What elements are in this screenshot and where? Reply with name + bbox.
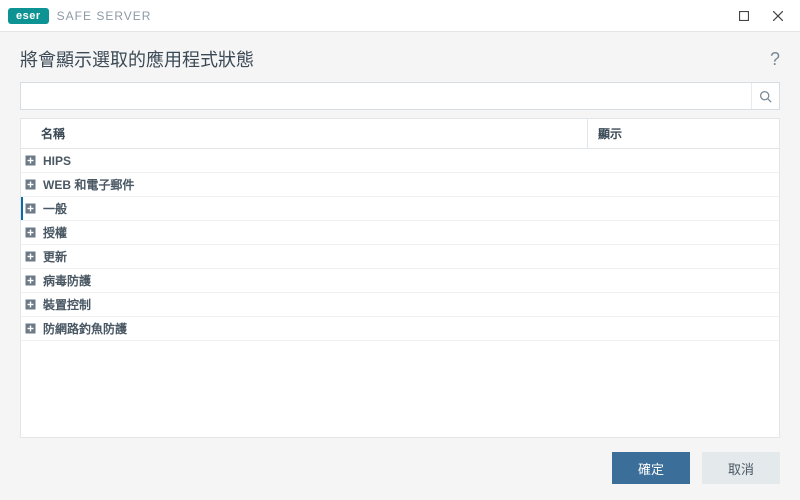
table-row[interactable]: 一般 [21,197,779,221]
row-label: HIPS [43,154,71,168]
header: 將會顯示選取的應用程式狀態 ? [0,32,800,82]
table-row[interactable]: 授權 [21,221,779,245]
table-row[interactable]: HIPS [21,149,779,173]
search-icon[interactable] [751,83,779,109]
table-body: HIPS WEB 和電子郵件一般授權更新病毒防護裝置控制防網路釣魚防護 [21,149,779,341]
row-label: WEB 和電子郵件 [43,176,134,193]
expand-icon[interactable] [23,154,37,168]
cancel-button[interactable]: 取消 [702,452,780,484]
table-row[interactable]: 裝置控制 [21,293,779,317]
row-label: 授權 [43,224,67,241]
expand-icon[interactable] [23,202,37,216]
column-header-display[interactable]: 顯示 [588,119,779,148]
search-box [20,82,780,110]
column-header-name[interactable]: 名稱 [21,119,588,148]
row-label: 更新 [43,248,67,265]
help-button[interactable]: ? [770,49,780,70]
expand-icon[interactable] [23,298,37,312]
table-row[interactable]: 防網路釣魚防護 [21,317,779,341]
row-label: 病毒防護 [43,272,91,289]
brand-badge: eser [8,8,49,24]
close-icon[interactable] [770,8,786,24]
row-label: 一般 [43,200,67,217]
titlebar: eser SAFE SERVER [0,0,800,32]
expand-icon[interactable] [23,250,37,264]
row-label: 防網路釣魚防護 [43,320,127,337]
table-header: 名稱 顯示 [21,119,779,149]
content: 名稱 顯示 HIPS WEB 和電子郵件一般授權更新病毒防護裝置控制防網路釣魚防護 [0,82,800,438]
table-row[interactable]: 病毒防護 [21,269,779,293]
table-row[interactable]: 更新 [21,245,779,269]
table-row[interactable]: WEB 和電子郵件 [21,173,779,197]
footer-buttons: 確定 取消 [612,452,780,484]
expand-icon[interactable] [23,178,37,192]
expand-icon[interactable] [23,274,37,288]
row-label: 裝置控制 [43,296,91,313]
maximize-icon[interactable] [736,8,752,24]
tree-table: 名稱 顯示 HIPS WEB 和電子郵件一般授權更新病毒防護裝置控制防網路釣魚防護 [20,118,780,438]
search-input[interactable] [21,83,751,109]
product-name: SAFE SERVER [57,9,152,23]
ok-button[interactable]: 確定 [612,452,690,484]
window-controls [736,8,792,24]
page-title: 將會顯示選取的應用程式狀態 [20,46,254,72]
expand-icon[interactable] [23,226,37,240]
expand-icon[interactable] [23,322,37,336]
